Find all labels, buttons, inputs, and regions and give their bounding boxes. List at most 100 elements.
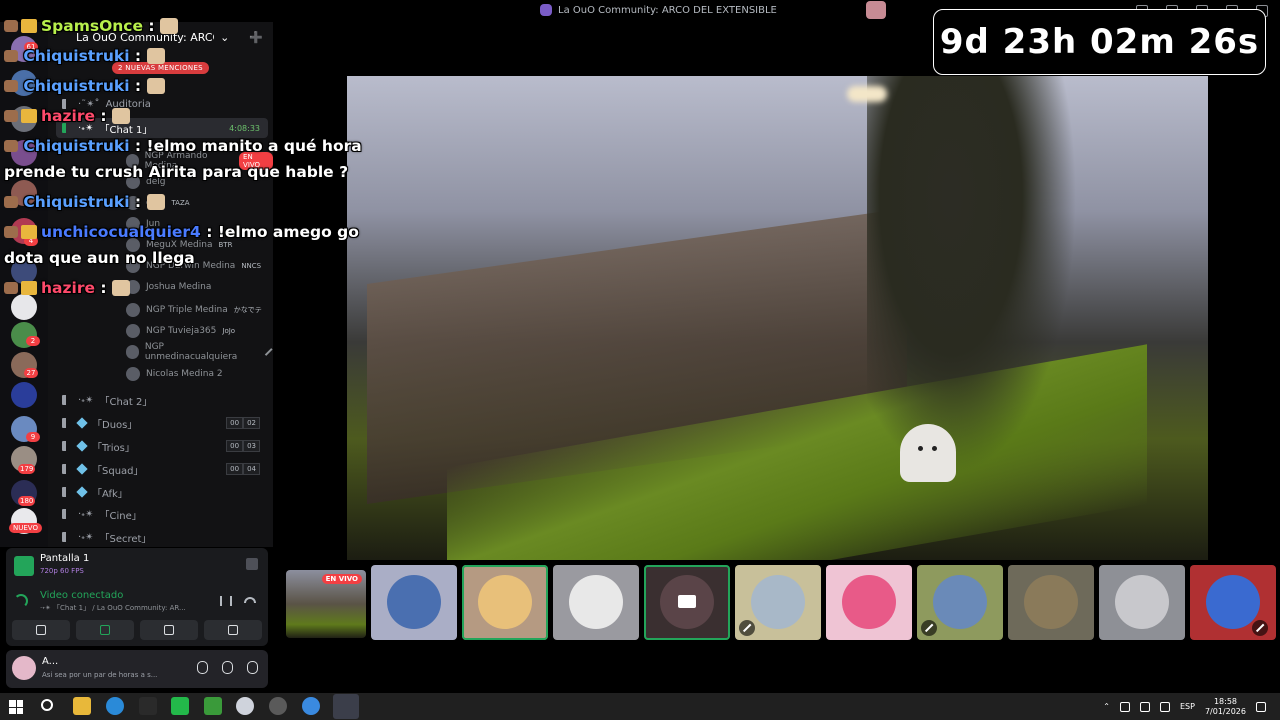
channel-name: Auditoria [105,98,151,110]
participant-tile[interactable] [917,565,1003,640]
activities-button[interactable] [140,620,198,640]
signal-icon[interactable] [14,594,28,608]
member-item[interactable]: NGP Armando Medina EN VIVO [126,151,273,171]
avatar [1024,575,1078,629]
channel-squad[interactable]: 「Squad」 00 04 [56,459,268,479]
member-item[interactable]: Joshua Medina [126,278,211,296]
microphone-icon[interactable] [1120,701,1130,712]
add-member-icon[interactable]: ➕ [249,31,263,44]
member-item[interactable]: delg [126,173,165,191]
member-name: NGP Triple Medina [146,305,228,315]
app-icon[interactable] [236,697,254,715]
participant-tile[interactable] [644,565,730,640]
channel-chat-2[interactable]: ·˖✴ 「Chat 2」 [56,390,268,410]
gear-icon[interactable] [247,661,258,674]
window-title: La OuO Community: ARCO DEL EXTENSIBLE [540,4,777,16]
channel-chat-1[interactable]: ·˖✴ 「Chat 1」 4:08:33 [56,118,268,138]
file-explorer-icon[interactable] [73,697,91,715]
member-item[interactable]: NGP Darwin Medina NNCS [126,257,261,275]
chrome-icon[interactable] [302,697,320,715]
avatar [1206,575,1260,629]
server-badge: 180 [18,496,36,506]
screen-share-button[interactable] [76,620,134,640]
disconnect-icon[interactable] [244,597,256,603]
channel-secret[interactable]: ·˖✴ 「Secret」 [56,527,268,547]
server-icon[interactable] [11,294,37,320]
server-icon[interactable] [11,140,37,166]
search-icon[interactable] [41,699,53,711]
avatar [478,575,532,629]
avatar [126,367,140,381]
volume-icon[interactable] [1140,701,1150,712]
user-limit: 00 03 [226,440,260,452]
participant-tile[interactable] [371,565,457,640]
channel-duos[interactable]: 「Duos」 00 02 [56,413,268,433]
member-name: Nicolas Medina 2 [146,369,223,379]
discord-taskbar-icon[interactable] [333,694,359,719]
clock[interactable]: 18:58 7/01/2026 [1205,697,1246,717]
server-icon[interactable] [11,70,37,96]
avatar [126,324,140,338]
member-item[interactable]: Nicolas Medina 2 [126,365,223,383]
stop-share-icon[interactable] [246,558,258,570]
member-item[interactable]: NGP Tuvieja365 JoJo [126,322,235,340]
edge-icon[interactable] [106,697,124,715]
member-item[interactable]: MeguX Medina BTR [126,236,232,254]
participant-tile[interactable] [553,565,639,640]
server-badge: 61 [24,42,38,52]
avatar[interactable] [12,656,36,680]
server-icon[interactable] [11,258,37,284]
obs-icon[interactable] [269,697,287,715]
activities-icon [164,625,174,635]
noise-suppression-icon[interactable] [220,596,232,606]
kick-icon[interactable] [171,697,189,715]
chevron-down-icon[interactable]: ⌄ [220,31,229,44]
participant-tile[interactable] [826,565,912,640]
voice-location[interactable]: ·˖✴ 「Chat 1」 / La OuO Community: AR... [40,603,186,613]
voice-status: Video conectado [40,590,124,601]
headphones-icon[interactable] [222,661,233,674]
member-item[interactable]: Jun [126,215,160,233]
chevron-up-icon[interactable]: ⌃ [1103,702,1110,711]
user-limit: 00 02 [226,417,260,429]
avatar [1115,575,1169,629]
channel-cine[interactable]: ·˖✴ 「Cine」 [56,504,268,524]
camera-off-button[interactable] [12,620,70,640]
soundboard-button[interactable] [204,620,262,640]
app-icon[interactable] [204,697,222,715]
guild-header[interactable]: La OuO Community: ARCO D... ⌄ ➕ [48,22,273,52]
member-name: NGP Tuvieja365 [146,326,217,336]
new-mentions-pill[interactable]: 2 NUEVAS MENCIONES [112,62,209,74]
participant-tile[interactable] [1190,565,1276,640]
notifications-icon[interactable] [1256,701,1266,712]
participant-tile[interactable] [735,565,821,640]
windows-start-icon[interactable] [9,700,23,714]
new-badge: NUEVO [9,523,42,533]
network-icon[interactable] [1160,701,1170,712]
avatar [126,345,139,359]
screen-share-icon [14,556,34,576]
participant-tile[interactable] [462,565,548,640]
member-item[interactable]: dina TAZA [126,194,190,212]
channel-afk[interactable]: 「Afk」 [56,482,268,502]
member-item[interactable]: NGP Triple Medina かなでテ [126,301,262,319]
server-icon[interactable] [11,382,37,408]
language-indicator[interactable]: ESP [1180,702,1195,711]
stream-preview-tile[interactable]: EN VIVO [286,570,366,638]
participant-tile[interactable] [1099,565,1185,640]
channel-trios[interactable]: 「Trios」 00 03 [56,436,268,456]
app-icon[interactable] [139,697,157,715]
stream-view[interactable] [347,76,1208,560]
server-icon[interactable] [11,180,37,206]
participant-tile[interactable] [1008,565,1094,640]
channel-auditoria[interactable]: ·˜✴˚ Auditoria [56,94,268,114]
server-icon[interactable] [11,106,37,132]
speaker-icon [62,487,72,497]
channel-prefix: ·˖✴ [78,122,94,134]
screen-share-icon [100,625,110,635]
speaker-icon [62,99,72,109]
microphone-icon[interactable] [197,661,208,674]
discord-app: La OuO Community: ARCO DEL EXTENSIBLE 61… [0,0,1280,693]
user-avatar-mini[interactable] [866,1,886,19]
member-item[interactable]: NGP unmedinacualquiera [126,342,273,362]
